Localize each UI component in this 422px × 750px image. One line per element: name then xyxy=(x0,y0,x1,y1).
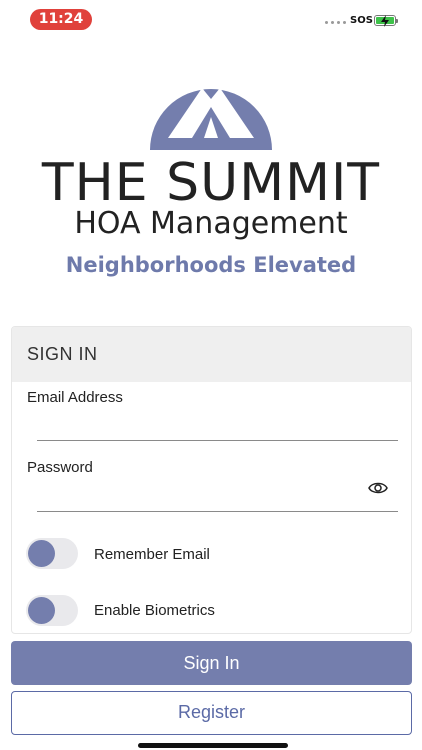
remember-email-toggle[interactable] xyxy=(26,538,78,569)
email-label: Email Address xyxy=(27,389,123,406)
battery-icon xyxy=(374,15,398,27)
signin-card: SIGN IN Email Address Password Remember … xyxy=(11,326,412,634)
signin-header: SIGN IN xyxy=(12,327,411,382)
password-label: Password xyxy=(27,459,93,476)
summit-logo-icon xyxy=(150,88,272,150)
email-field[interactable] xyxy=(37,415,371,441)
enable-biometrics-toggle[interactable] xyxy=(26,595,78,626)
status-time: 11:24 xyxy=(30,9,92,30)
brand-tagline: Neighborhoods Elevated xyxy=(65,253,357,277)
status-bar: 11:24 SOS xyxy=(0,0,422,40)
carrier-label: SOS xyxy=(350,15,373,26)
home-indicator[interactable] xyxy=(138,743,288,748)
remember-email-label: Remember Email xyxy=(94,546,210,563)
toggle-knob xyxy=(28,540,55,567)
sign-in-button[interactable]: Sign In xyxy=(11,641,412,685)
toggle-knob xyxy=(28,597,55,624)
password-underline xyxy=(37,511,398,512)
eye-icon[interactable] xyxy=(368,480,388,496)
brand-title: THE SUMMIT xyxy=(41,153,381,213)
signal-icon xyxy=(325,21,346,24)
register-button[interactable]: Register xyxy=(11,691,412,735)
enable-biometrics-label: Enable Biometrics xyxy=(94,602,215,619)
brand-subtitle: HOA Management xyxy=(74,206,348,241)
password-field[interactable] xyxy=(37,483,371,509)
email-underline xyxy=(37,440,398,441)
